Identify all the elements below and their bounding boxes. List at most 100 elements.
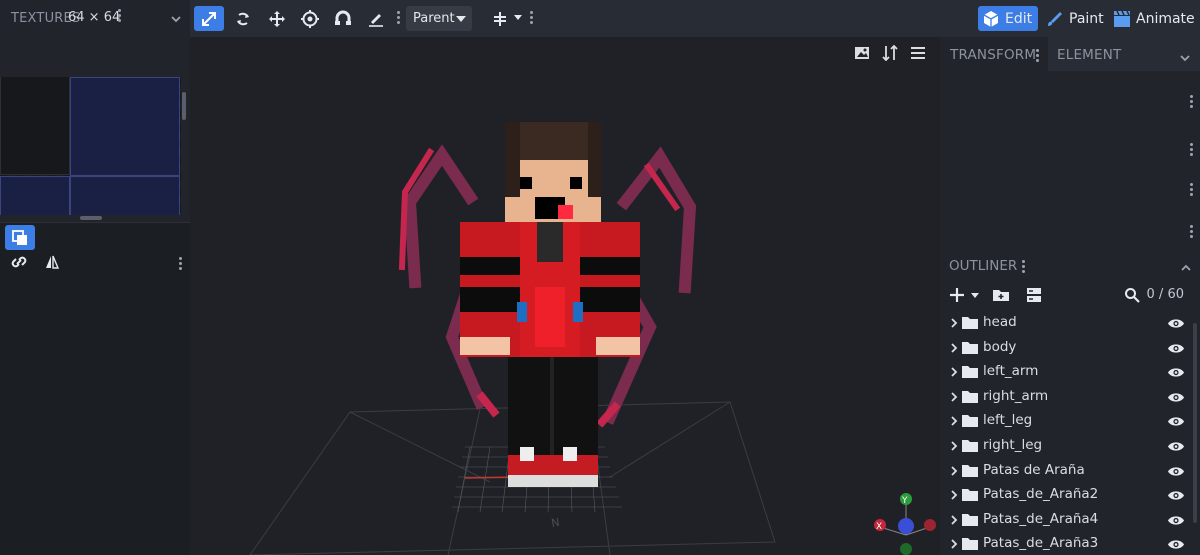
chevron-down-icon[interactable] bbox=[170, 10, 182, 29]
transform-row-menu-icon[interactable] bbox=[1190, 95, 1193, 108]
eye-icon[interactable] bbox=[1168, 317, 1184, 333]
transform-row-menu-icon[interactable] bbox=[1190, 183, 1193, 196]
animate-mode-button[interactable]: Animate bbox=[1109, 6, 1200, 31]
resize-tool-icon bbox=[269, 10, 285, 27]
tools-more-icon[interactable] bbox=[397, 11, 400, 24]
snap-more-icon[interactable] bbox=[530, 11, 533, 24]
add-icon[interactable] bbox=[949, 287, 965, 307]
move-tool-button[interactable] bbox=[194, 6, 224, 31]
folder-icon bbox=[962, 464, 978, 481]
textures-header: TEXTURES 64 × 64 bbox=[0, 0, 190, 37]
eye-icon[interactable] bbox=[1168, 465, 1184, 481]
chevron-right-icon[interactable] bbox=[949, 317, 959, 333]
outliner-item[interactable]: Patas_de_Araña3 bbox=[940, 531, 1192, 555]
pivot-tool-button[interactable] bbox=[295, 6, 325, 31]
chevron-right-icon[interactable] bbox=[949, 538, 959, 554]
pivot-tool-icon bbox=[301, 9, 319, 28]
svg-text:Y: Y bbox=[901, 496, 908, 506]
properties-panel: TRANSFORM ELEMENT OUTLINER 0 / 60 head b… bbox=[940, 37, 1200, 555]
outliner-item-label: Patas_de_Araña4 bbox=[983, 510, 1099, 527]
folder-icon bbox=[962, 513, 978, 530]
chevron-down-icon[interactable] bbox=[971, 293, 979, 298]
eye-icon[interactable] bbox=[1168, 440, 1184, 456]
transform-content bbox=[940, 71, 1200, 281]
texture-preview[interactable] bbox=[0, 77, 181, 215]
snap-grid-button[interactable] bbox=[485, 6, 515, 31]
chevron-right-icon[interactable] bbox=[949, 366, 959, 382]
outliner-count: 0 / 60 bbox=[1146, 287, 1184, 302]
chevron-right-icon[interactable] bbox=[949, 465, 959, 481]
chevron-right-icon[interactable] bbox=[949, 489, 959, 505]
mirror-icon[interactable] bbox=[44, 254, 60, 274]
chevron-up-icon[interactable] bbox=[1180, 259, 1192, 278]
outliner-item[interactable]: Patas_de_Araña4 bbox=[940, 507, 1192, 532]
search-icon[interactable] bbox=[1124, 287, 1140, 307]
outliner-item-label: Patas de Araña bbox=[983, 461, 1085, 478]
3d-viewport[interactable]: N Y X bbox=[190, 37, 940, 555]
outliner-menu-icon[interactable] bbox=[1022, 260, 1025, 273]
rotate-tool-button[interactable] bbox=[228, 6, 258, 31]
chevron-down-icon[interactable] bbox=[514, 15, 522, 20]
uv-more-icon[interactable] bbox=[179, 257, 182, 270]
edit-mode-button[interactable]: Edit bbox=[978, 6, 1039, 31]
chevron-right-icon[interactable] bbox=[949, 342, 959, 358]
paint-brush-button[interactable] bbox=[361, 6, 391, 31]
blockbench-app: TEXTURES 64 × 64 Parent Edit Paint Anima… bbox=[0, 0, 1200, 555]
edit-mode-label: Edit bbox=[1005, 10, 1033, 27]
transform-row-menu-icon[interactable] bbox=[1190, 143, 1193, 156]
outliner-item[interactable]: head bbox=[940, 310, 1192, 335]
outliner-item-label: left_leg bbox=[983, 412, 1033, 429]
eye-icon[interactable] bbox=[1168, 342, 1184, 358]
uv-copy-button[interactable] bbox=[5, 225, 35, 250]
eye-icon[interactable] bbox=[1168, 538, 1184, 554]
paint-mode-button[interactable]: Paint bbox=[1042, 6, 1110, 31]
texture-size-label: 64 × 64 bbox=[68, 10, 121, 25]
outliner-item-label: Patas_de_Araña3 bbox=[983, 535, 1099, 552]
transform-space-select[interactable]: Parent bbox=[406, 6, 472, 31]
outliner-item-label: right_leg bbox=[983, 436, 1043, 453]
outliner-item[interactable]: left_leg bbox=[940, 408, 1192, 433]
chevron-right-icon[interactable] bbox=[949, 514, 959, 530]
outliner-item-label: body bbox=[983, 338, 1017, 355]
copy-icon bbox=[12, 229, 27, 245]
outliner-title: OUTLINER bbox=[949, 258, 1018, 274]
outliner-item[interactable]: body bbox=[940, 335, 1192, 360]
transform-row-menu-icon[interactable] bbox=[1190, 225, 1193, 238]
collapse-all-icon[interactable] bbox=[1026, 287, 1042, 307]
outliner-item-label: Patas_de_Araña2 bbox=[983, 486, 1099, 503]
tab-transform[interactable]: TRANSFORM bbox=[950, 47, 1036, 63]
resize-tool-button[interactable] bbox=[262, 6, 292, 31]
film-icon bbox=[1114, 10, 1130, 27]
outliner-item[interactable]: left_arm bbox=[940, 359, 1192, 384]
outliner-scrollbar[interactable] bbox=[1193, 323, 1197, 523]
chevron-down-icon bbox=[456, 16, 466, 22]
outliner-item[interactable]: Patas_de_Araña2 bbox=[940, 482, 1192, 507]
chevron-right-icon[interactable] bbox=[949, 391, 959, 407]
outliner-item[interactable]: right_arm bbox=[940, 384, 1192, 409]
eye-icon[interactable] bbox=[1168, 391, 1184, 407]
folder-icon bbox=[962, 390, 978, 407]
outliner-item[interactable]: right_leg bbox=[940, 433, 1192, 458]
add-group-icon[interactable] bbox=[992, 287, 1010, 307]
link-icon[interactable] bbox=[9, 254, 29, 274]
outliner-item[interactable]: Patas de Araña bbox=[940, 458, 1192, 483]
texture-scrollbar-horizontal[interactable] bbox=[80, 216, 102, 220]
texture-scrollbar-vertical[interactable] bbox=[182, 92, 186, 120]
eye-icon[interactable] bbox=[1168, 415, 1184, 431]
eye-icon[interactable] bbox=[1168, 514, 1184, 530]
eye-icon[interactable] bbox=[1168, 489, 1184, 505]
animate-mode-label: Animate bbox=[1136, 10, 1195, 27]
vertex-snap-button[interactable] bbox=[328, 6, 358, 31]
snap-icon bbox=[494, 11, 506, 26]
textures-menu-icon[interactable] bbox=[118, 9, 121, 22]
tab-element[interactable]: ELEMENT bbox=[1048, 37, 1200, 71]
eye-icon[interactable] bbox=[1168, 366, 1184, 382]
chevron-right-icon[interactable] bbox=[949, 415, 959, 431]
chevron-right-icon[interactable] bbox=[949, 440, 959, 456]
outliner-item-label: right_arm bbox=[983, 387, 1049, 404]
folder-icon bbox=[962, 365, 978, 382]
chevron-down-icon[interactable] bbox=[1179, 49, 1191, 68]
vertex-snap-icon bbox=[335, 10, 351, 25]
transform-menu-icon[interactable] bbox=[1036, 49, 1039, 62]
uv-toolbar bbox=[0, 223, 190, 555]
